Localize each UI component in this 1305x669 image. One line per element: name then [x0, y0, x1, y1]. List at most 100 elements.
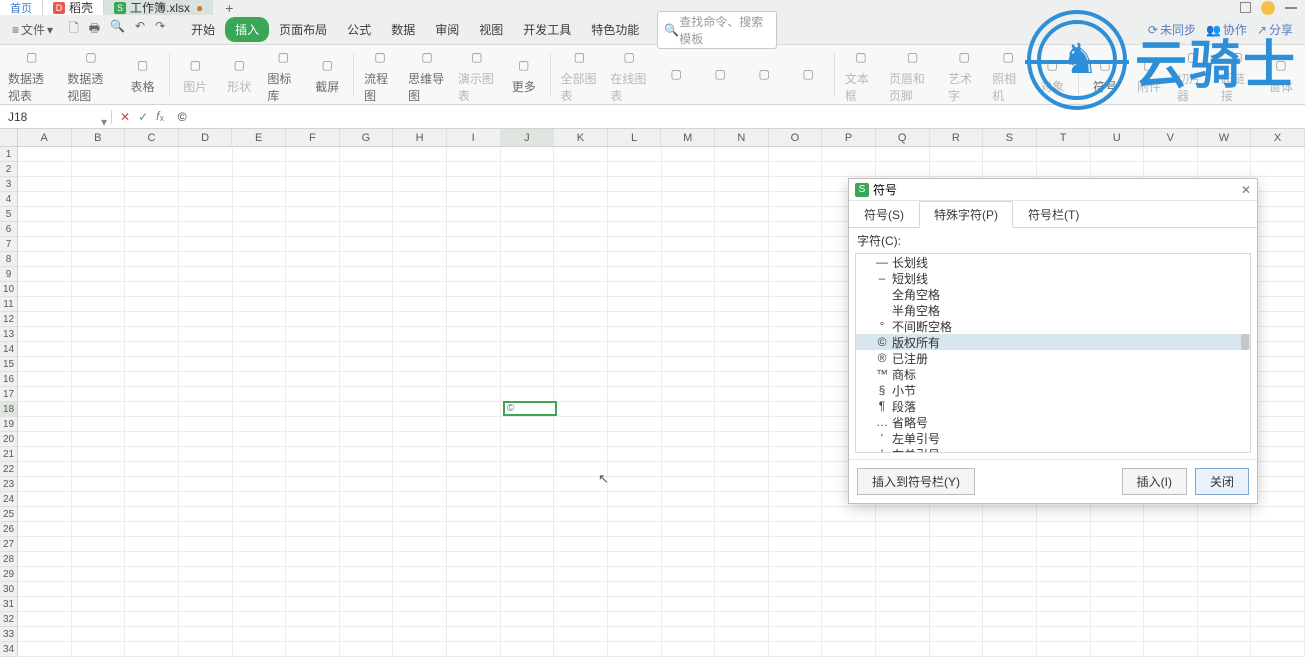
cell[interactable] [608, 207, 662, 222]
cell[interactable] [340, 642, 394, 657]
ribbon-item-19[interactable]: ▢艺术字 [944, 46, 984, 104]
cell[interactable] [340, 327, 394, 342]
cell[interactable] [233, 327, 287, 342]
cell[interactable] [447, 477, 501, 492]
col-header-U[interactable]: U [1090, 129, 1144, 146]
cell[interactable] [608, 462, 662, 477]
cell[interactable] [125, 627, 179, 642]
cell[interactable] [715, 267, 769, 282]
cell[interactable] [393, 522, 447, 537]
cell[interactable] [769, 327, 823, 342]
cell[interactable] [447, 222, 501, 237]
cell[interactable] [876, 567, 930, 582]
cell[interactable] [876, 537, 930, 552]
cell[interactable] [125, 462, 179, 477]
cell[interactable] [1091, 642, 1145, 657]
cell[interactable] [662, 417, 716, 432]
cell[interactable] [1144, 582, 1198, 597]
cell[interactable] [1251, 432, 1305, 447]
cell[interactable] [769, 477, 823, 492]
ribbon-tab-0[interactable]: 开始 [181, 17, 225, 42]
col-header-A[interactable]: A [18, 129, 72, 146]
cell[interactable] [18, 477, 72, 492]
cell[interactable] [286, 372, 340, 387]
cell[interactable] [72, 297, 126, 312]
cell[interactable] [822, 567, 876, 582]
cell[interactable] [930, 147, 984, 162]
cell[interactable] [447, 237, 501, 252]
cell[interactable] [340, 237, 394, 252]
cell[interactable] [769, 447, 823, 462]
cell[interactable] [72, 477, 126, 492]
cell[interactable] [769, 357, 823, 372]
cell[interactable] [1251, 357, 1305, 372]
cell[interactable] [662, 222, 716, 237]
cell[interactable] [554, 207, 608, 222]
cell[interactable] [18, 192, 72, 207]
cell[interactable] [1198, 162, 1252, 177]
cell[interactable] [1251, 387, 1305, 402]
cell[interactable] [930, 507, 984, 522]
cell[interactable] [233, 162, 287, 177]
cell[interactable] [715, 417, 769, 432]
cell[interactable] [554, 567, 608, 582]
cell[interactable] [447, 357, 501, 372]
cell[interactable] [72, 417, 126, 432]
row-header-25[interactable]: 25 [0, 507, 18, 522]
row-header-18[interactable]: 18 [0, 402, 18, 417]
cell[interactable] [501, 447, 555, 462]
cell[interactable] [1144, 522, 1198, 537]
cell[interactable] [72, 462, 126, 477]
ribbon-item-26[interactable]: ▢窗体 [1261, 54, 1301, 95]
char-item[interactable]: °不间断空格 [856, 318, 1250, 334]
cell[interactable] [233, 447, 287, 462]
cell[interactable] [554, 342, 608, 357]
cell[interactable] [179, 372, 233, 387]
cell[interactable] [72, 537, 126, 552]
ribbon-item-3[interactable]: ▢图片 [175, 54, 215, 95]
cell[interactable] [125, 612, 179, 627]
cell[interactable] [930, 612, 984, 627]
cell[interactable] [608, 537, 662, 552]
cell[interactable] [608, 612, 662, 627]
cell[interactable] [608, 417, 662, 432]
cell[interactable] [769, 282, 823, 297]
cell[interactable] [554, 177, 608, 192]
cell[interactable] [393, 462, 447, 477]
cell[interactable] [125, 492, 179, 507]
cell[interactable] [769, 342, 823, 357]
cell[interactable] [1091, 552, 1145, 567]
cell[interactable] [18, 507, 72, 522]
cell[interactable] [1198, 552, 1252, 567]
cell[interactable] [876, 162, 930, 177]
cell[interactable] [769, 177, 823, 192]
cell[interactable] [769, 402, 823, 417]
cell[interactable] [662, 237, 716, 252]
ribbon-tab-8[interactable]: 特色功能 [581, 17, 649, 42]
cell[interactable] [876, 642, 930, 657]
cell[interactable] [393, 612, 447, 627]
cell[interactable] [554, 447, 608, 462]
cell[interactable] [393, 387, 447, 402]
chevron-down-icon[interactable]: ▾ [101, 115, 107, 129]
ribbon-item-21[interactable]: ▢对象 [1032, 54, 1072, 95]
cell[interactable] [822, 147, 876, 162]
cell[interactable] [447, 372, 501, 387]
cell[interactable] [447, 567, 501, 582]
ribbon-item-18[interactable]: ▢页眉和页脚 [885, 46, 940, 104]
cell[interactable] [125, 207, 179, 222]
cell[interactable] [769, 567, 823, 582]
cell[interactable] [179, 207, 233, 222]
cell[interactable] [715, 462, 769, 477]
cell[interactable] [286, 267, 340, 282]
ribbon-item-5[interactable]: ▢图标库 [263, 46, 303, 104]
row-header-32[interactable]: 32 [0, 612, 18, 627]
cell[interactable] [1198, 567, 1252, 582]
cell[interactable] [233, 147, 287, 162]
share-link[interactable]: ↗ 分享 [1257, 21, 1293, 38]
cell[interactable] [608, 387, 662, 402]
col-header-X[interactable]: X [1251, 129, 1305, 146]
cell[interactable] [286, 237, 340, 252]
cell[interactable] [18, 402, 72, 417]
cell[interactable] [447, 387, 501, 402]
